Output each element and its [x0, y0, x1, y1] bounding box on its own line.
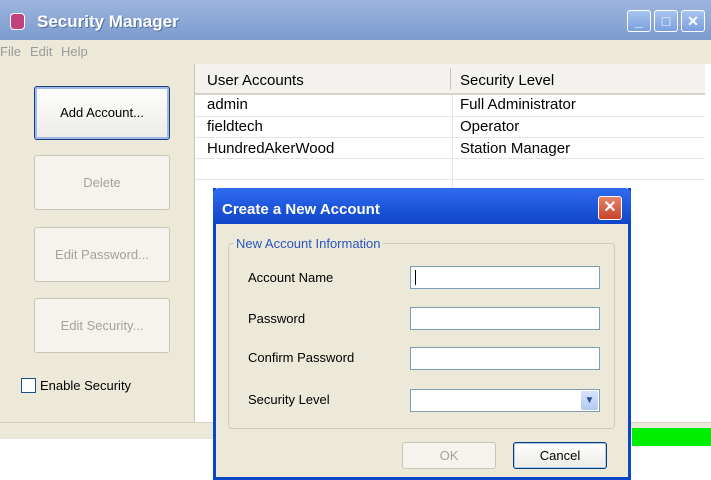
- security-level-label: Security Level: [248, 392, 330, 407]
- ok-button[interactable]: OK: [402, 442, 496, 469]
- account-name-input[interactable]: [410, 266, 600, 289]
- window-title: Security Manager: [37, 12, 179, 31]
- add-account-button[interactable]: Add Account...: [34, 86, 170, 140]
- group-label: New Account Information: [234, 236, 383, 251]
- edit-password-button[interactable]: Edit Password...: [34, 227, 170, 282]
- security-level-select[interactable]: [410, 389, 600, 412]
- text-caret: [415, 270, 416, 285]
- password-input[interactable]: [410, 307, 600, 330]
- table-row-level[interactable]: Operator: [460, 118, 519, 135]
- enable-security-label: Enable Security: [40, 378, 132, 393]
- table-row-level[interactable]: Station Manager: [460, 140, 570, 157]
- row-gridline: [195, 137, 705, 138]
- menu-help[interactable]: Help: [61, 44, 88, 59]
- menu-file[interactable]: File: [0, 44, 21, 59]
- confirm-password-input[interactable]: [410, 347, 600, 370]
- dialog-close-icon[interactable]: ✕: [598, 196, 622, 220]
- edit-security-button[interactable]: Edit Security...: [34, 298, 170, 353]
- password-label: Password: [248, 311, 306, 326]
- menu-bar: [0, 40, 711, 64]
- status-indicator: [632, 428, 711, 446]
- minimize-icon[interactable]: _: [627, 10, 651, 32]
- table-row-user[interactable]: fieldtech: [207, 118, 263, 135]
- enable-security-checkbox[interactable]: [21, 378, 36, 393]
- cancel-button[interactable]: Cancel: [513, 442, 607, 469]
- column-header-user-accounts[interactable]: User Accounts: [207, 72, 304, 89]
- row-gridline: [195, 116, 705, 117]
- maximize-icon[interactable]: □: [654, 10, 678, 32]
- table-row-user[interactable]: admin: [207, 96, 248, 113]
- delete-button[interactable]: Delete: [34, 155, 170, 210]
- column-divider[interactable]: [450, 68, 451, 90]
- confirm-password-label: Confirm Password: [248, 350, 355, 365]
- account-name-label: Account Name: [248, 270, 334, 285]
- table-row-user[interactable]: HundredAkerWood: [207, 140, 334, 157]
- app-shield-icon: [10, 13, 25, 30]
- table-row-level[interactable]: Full Administrator: [460, 96, 576, 113]
- menu-edit[interactable]: Edit: [30, 44, 52, 59]
- row-gridline: [195, 158, 705, 159]
- chevron-down-icon[interactable]: ▼: [581, 391, 598, 410]
- close-icon[interactable]: ✕: [681, 10, 705, 32]
- column-header-security-level[interactable]: Security Level: [460, 72, 554, 89]
- dialog-title: Create a New Account: [222, 201, 380, 218]
- row-gridline: [195, 179, 705, 180]
